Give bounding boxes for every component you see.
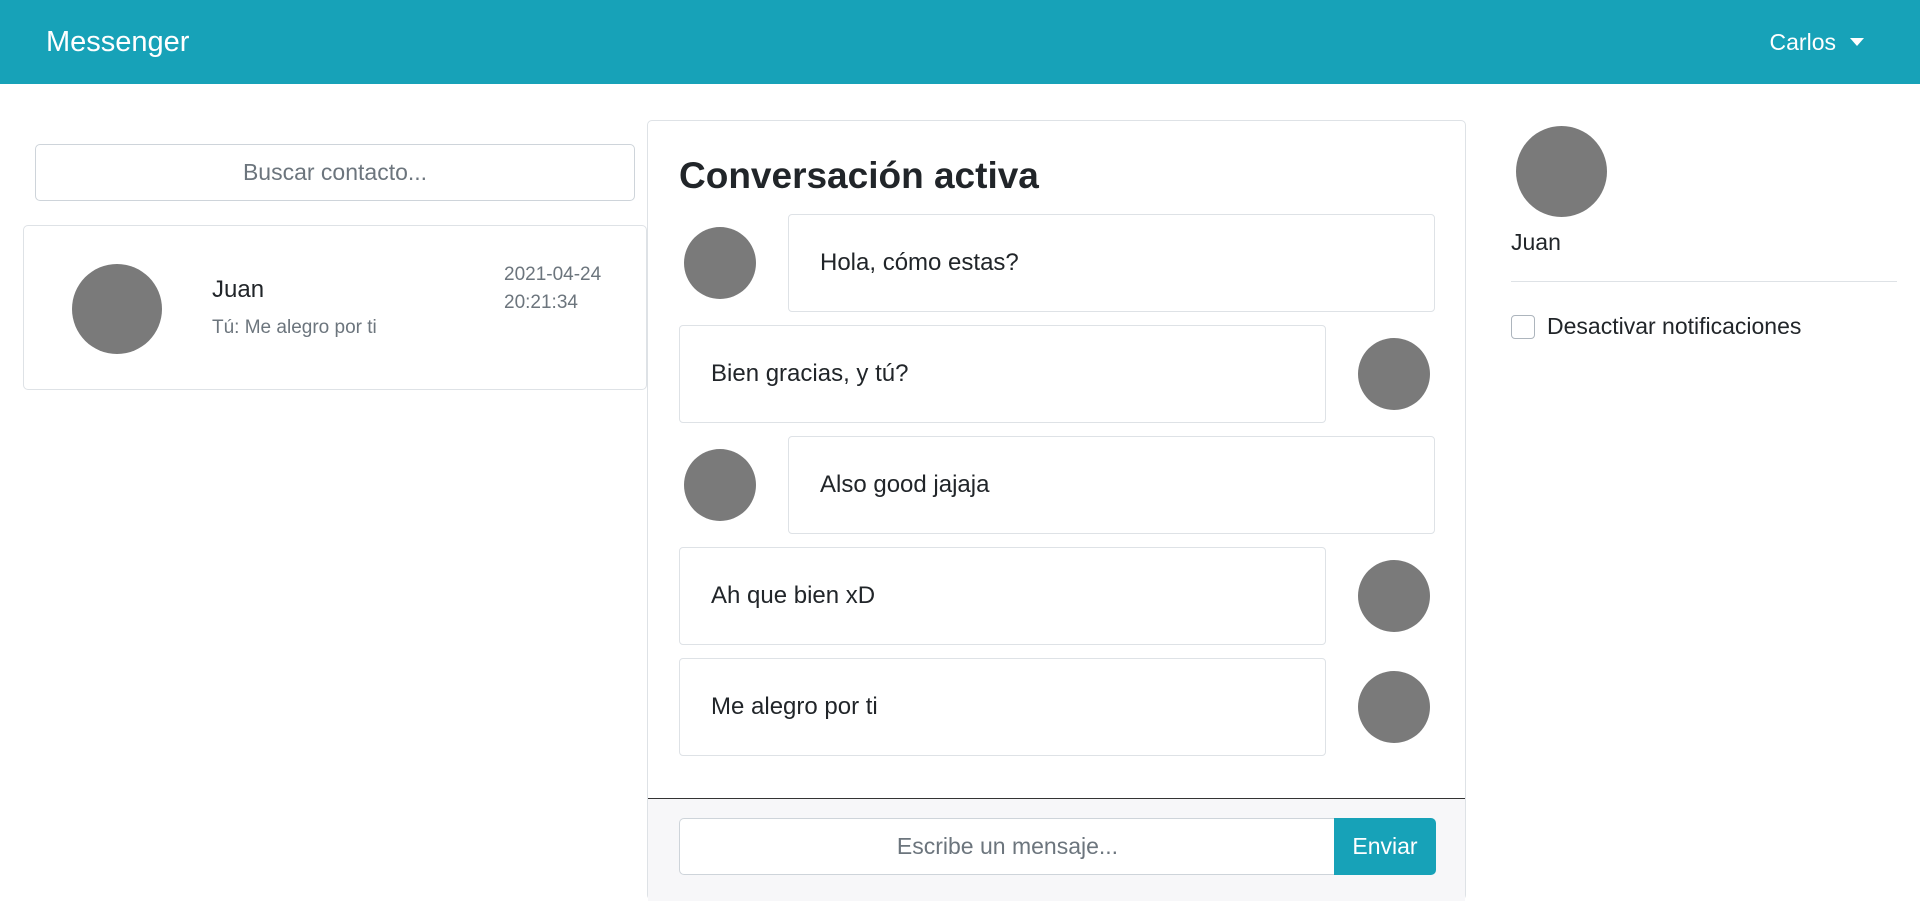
navbar: Messenger Carlos xyxy=(0,0,1920,84)
avatar xyxy=(684,227,756,299)
message-row: Hola, cómo estas? xyxy=(679,214,1435,312)
contact-timestamp: 2021-04-24 20:21:34 xyxy=(504,261,601,317)
profile-avatar xyxy=(1516,126,1607,217)
contact-date: 2021-04-24 xyxy=(504,264,602,285)
search-contact-input[interactable] xyxy=(35,144,635,201)
contact-list-item[interactable]: Juan Tú: Me alegro por ti 2021-04-24 20:… xyxy=(23,225,647,390)
profile-name: Juan xyxy=(1511,229,1561,255)
message-bubble: Ah que bien xD xyxy=(679,547,1326,645)
avatar xyxy=(684,449,756,521)
message-row: Ah que bien xD xyxy=(679,547,1435,645)
message-bubble: Bien gracias, y tú? xyxy=(679,325,1326,423)
message-bubble: Me alegro por ti xyxy=(679,658,1326,756)
avatar xyxy=(1358,560,1430,632)
message-bubble: Hola, cómo estas? xyxy=(788,214,1435,312)
contact-time: 20:21:34 xyxy=(504,292,578,313)
mute-notifications-label: Desactivar notificaciones xyxy=(1547,313,1802,339)
chat-title: Conversación activa xyxy=(679,155,1039,196)
user-menu-dropdown[interactable]: Carlos xyxy=(1770,29,1864,56)
navbar-brand[interactable]: Messenger xyxy=(46,26,189,59)
mute-notifications-checkbox[interactable] xyxy=(1511,314,1535,339)
message-row: Me alegro por ti xyxy=(679,658,1435,756)
message-input[interactable] xyxy=(679,818,1335,875)
message-row: Bien gracias, y tú? xyxy=(679,325,1435,423)
avatar xyxy=(72,264,162,354)
message-row: Also good jajaja xyxy=(679,436,1435,534)
avatar xyxy=(1358,671,1430,743)
contact-last-message: Tú: Me alegro por ti xyxy=(212,317,377,338)
notifications-toggle[interactable]: Desactivar notificaciones xyxy=(1511,313,1801,340)
divider xyxy=(1511,281,1897,282)
user-menu-name: Carlos xyxy=(1769,28,1836,55)
avatar xyxy=(1358,338,1430,410)
send-button[interactable]: Enviar xyxy=(1334,818,1436,875)
chat-composer: Enviar xyxy=(648,798,1465,901)
contact-name: Juan xyxy=(212,276,265,303)
caret-down-icon xyxy=(1850,38,1864,46)
message-bubble: Also good jajaja xyxy=(788,436,1435,534)
chat-panel: Conversación activa Hola, cómo estas? Bi… xyxy=(647,120,1466,901)
